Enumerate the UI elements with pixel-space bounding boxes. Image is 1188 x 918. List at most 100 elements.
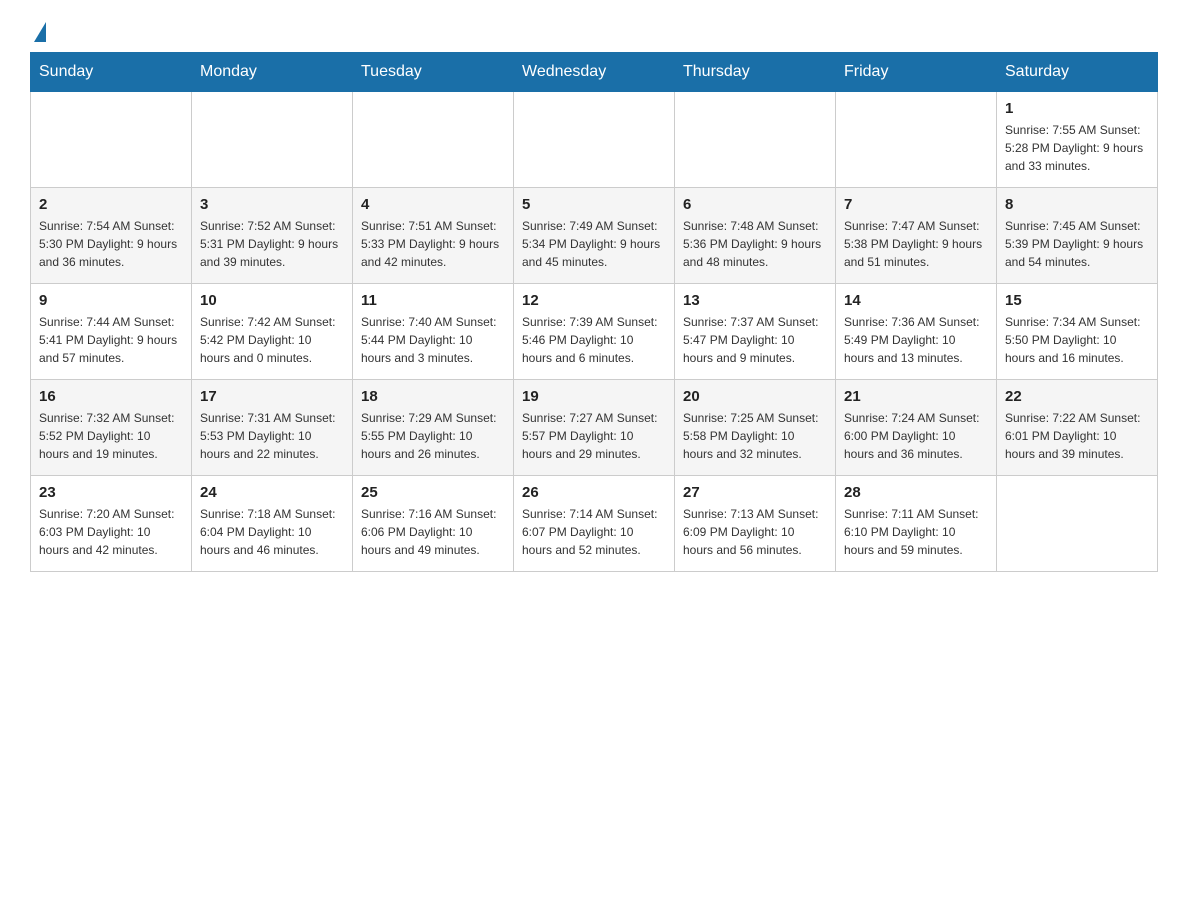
- day-number: 28: [844, 484, 988, 501]
- day-info: Sunrise: 7:31 AM Sunset: 5:53 PM Dayligh…: [200, 409, 344, 463]
- day-info: Sunrise: 7:24 AM Sunset: 6:00 PM Dayligh…: [844, 409, 988, 463]
- day-number: 5: [522, 196, 666, 213]
- table-row: 7 Sunrise: 7:47 AM Sunset: 5:38 PM Daylig…: [836, 188, 997, 284]
- page-header: [30, 20, 1158, 42]
- day-number: 9: [39, 292, 183, 309]
- day-number: 18: [361, 388, 505, 405]
- day-number: 10: [200, 292, 344, 309]
- day-number: 8: [1005, 196, 1149, 213]
- day-info: Sunrise: 7:27 AM Sunset: 5:57 PM Dayligh…: [522, 409, 666, 463]
- logo: [30, 20, 46, 42]
- col-saturday: Saturday: [997, 53, 1158, 92]
- day-number: 16: [39, 388, 183, 405]
- table-row: 26 Sunrise: 7:14 AM Sunset: 6:07 PM Dayli…: [514, 476, 675, 572]
- day-number: 11: [361, 292, 505, 309]
- day-info: Sunrise: 7:11 AM Sunset: 6:10 PM Dayligh…: [844, 505, 988, 559]
- day-number: 7: [844, 196, 988, 213]
- table-row: 20 Sunrise: 7:25 AM Sunset: 5:58 PM Dayli…: [675, 380, 836, 476]
- day-number: 6: [683, 196, 827, 213]
- day-number: 24: [200, 484, 344, 501]
- logo-triangle-icon: [34, 22, 46, 42]
- table-row: 21 Sunrise: 7:24 AM Sunset: 6:00 PM Dayli…: [836, 380, 997, 476]
- table-row: 22 Sunrise: 7:22 AM Sunset: 6:01 PM Dayli…: [997, 380, 1158, 476]
- day-number: 19: [522, 388, 666, 405]
- day-number: 23: [39, 484, 183, 501]
- col-thursday: Thursday: [675, 53, 836, 92]
- calendar-week-row: 1 Sunrise: 7:55 AM Sunset: 5:28 PM Daylig…: [31, 92, 1158, 188]
- table-row: 1 Sunrise: 7:55 AM Sunset: 5:28 PM Daylig…: [997, 92, 1158, 188]
- table-row: 18 Sunrise: 7:29 AM Sunset: 5:55 PM Dayli…: [353, 380, 514, 476]
- table-row: 5 Sunrise: 7:49 AM Sunset: 5:34 PM Daylig…: [514, 188, 675, 284]
- day-number: 26: [522, 484, 666, 501]
- table-row: 16 Sunrise: 7:32 AM Sunset: 5:52 PM Dayli…: [31, 380, 192, 476]
- day-number: 22: [1005, 388, 1149, 405]
- day-info: Sunrise: 7:52 AM Sunset: 5:31 PM Dayligh…: [200, 217, 344, 271]
- day-number: 1: [1005, 100, 1149, 117]
- table-row: 4Sunrise: 7:51 AM Sunset: 5:33 PM Daylig…: [353, 188, 514, 284]
- table-row: 6Sunrise: 7:48 AM Sunset: 5:36 PM Daylig…: [675, 188, 836, 284]
- table-row: 9 Sunrise: 7:44 AM Sunset: 5:41 PM Daylig…: [31, 284, 192, 380]
- day-info: Sunrise: 7:32 AM Sunset: 5:52 PM Dayligh…: [39, 409, 183, 463]
- table-row: 25 Sunrise: 7:16 AM Sunset: 6:06 PM Dayli…: [353, 476, 514, 572]
- day-info: Sunrise: 7:55 AM Sunset: 5:28 PM Dayligh…: [1005, 121, 1149, 175]
- table-row: 23 Sunrise: 7:20 AM Sunset: 6:03 PM Dayli…: [31, 476, 192, 572]
- col-sunday: Sunday: [31, 53, 192, 92]
- day-number: 25: [361, 484, 505, 501]
- day-info: Sunrise: 7:49 AM Sunset: 5:34 PM Dayligh…: [522, 217, 666, 271]
- day-number: 3: [200, 196, 344, 213]
- table-row: [31, 92, 192, 188]
- table-row: 13 Sunrise: 7:37 AM Sunset: 5:47 PM Dayli…: [675, 284, 836, 380]
- day-info: Sunrise: 7:13 AM Sunset: 6:09 PM Dayligh…: [683, 505, 827, 559]
- table-row: [514, 92, 675, 188]
- table-row: 2 Sunrise: 7:54 AM Sunset: 5:30 PM Daylig…: [31, 188, 192, 284]
- table-row: 28 Sunrise: 7:11 AM Sunset: 6:10 PM Dayli…: [836, 476, 997, 572]
- day-info: Sunrise: 7:47 AM Sunset: 5:38 PM Dayligh…: [844, 217, 988, 271]
- table-row: [997, 476, 1158, 572]
- calendar-week-row: 2 Sunrise: 7:54 AM Sunset: 5:30 PM Daylig…: [31, 188, 1158, 284]
- calendar-header-row: Sunday Monday Tuesday Wednesday Thursday…: [31, 53, 1158, 92]
- day-info: Sunrise: 7:45 AM Sunset: 5:39 PM Dayligh…: [1005, 217, 1149, 271]
- table-row: 3 Sunrise: 7:52 AM Sunset: 5:31 PM Daylig…: [192, 188, 353, 284]
- table-row: 14 Sunrise: 7:36 AM Sunset: 5:49 PM Dayli…: [836, 284, 997, 380]
- day-number: 2: [39, 196, 183, 213]
- day-number: 14: [844, 292, 988, 309]
- day-number: 4: [361, 196, 505, 213]
- col-monday: Monday: [192, 53, 353, 92]
- day-number: 21: [844, 388, 988, 405]
- col-wednesday: Wednesday: [514, 53, 675, 92]
- day-info: Sunrise: 7:25 AM Sunset: 5:58 PM Dayligh…: [683, 409, 827, 463]
- day-info: Sunrise: 7:22 AM Sunset: 6:01 PM Dayligh…: [1005, 409, 1149, 463]
- day-number: 12: [522, 292, 666, 309]
- day-info: Sunrise: 7:44 AM Sunset: 5:41 PM Dayligh…: [39, 313, 183, 367]
- day-number: 15: [1005, 292, 1149, 309]
- table-row: 11Sunrise: 7:40 AM Sunset: 5:44 PM Dayli…: [353, 284, 514, 380]
- table-row: [353, 92, 514, 188]
- table-row: 19 Sunrise: 7:27 AM Sunset: 5:57 PM Dayli…: [514, 380, 675, 476]
- day-number: 13: [683, 292, 827, 309]
- day-info: Sunrise: 7:34 AM Sunset: 5:50 PM Dayligh…: [1005, 313, 1149, 367]
- table-row: [675, 92, 836, 188]
- day-info: Sunrise: 7:42 AM Sunset: 5:42 PM Dayligh…: [200, 313, 344, 367]
- day-info: Sunrise: 7:14 AM Sunset: 6:07 PM Dayligh…: [522, 505, 666, 559]
- table-row: [836, 92, 997, 188]
- table-row: [192, 92, 353, 188]
- table-row: 27Sunrise: 7:13 AM Sunset: 6:09 PM Dayli…: [675, 476, 836, 572]
- day-info: Sunrise: 7:16 AM Sunset: 6:06 PM Dayligh…: [361, 505, 505, 559]
- day-number: 20: [683, 388, 827, 405]
- day-info: Sunrise: 7:36 AM Sunset: 5:49 PM Dayligh…: [844, 313, 988, 367]
- day-info: Sunrise: 7:37 AM Sunset: 5:47 PM Dayligh…: [683, 313, 827, 367]
- table-row: 10 Sunrise: 7:42 AM Sunset: 5:42 PM Dayli…: [192, 284, 353, 380]
- day-info: Sunrise: 7:29 AM Sunset: 5:55 PM Dayligh…: [361, 409, 505, 463]
- day-info: Sunrise: 7:39 AM Sunset: 5:46 PM Dayligh…: [522, 313, 666, 367]
- table-row: 15 Sunrise: 7:34 AM Sunset: 5:50 PM Dayli…: [997, 284, 1158, 380]
- table-row: 17Sunrise: 7:31 AM Sunset: 5:53 PM Dayli…: [192, 380, 353, 476]
- calendar-week-row: 9 Sunrise: 7:44 AM Sunset: 5:41 PM Daylig…: [31, 284, 1158, 380]
- day-info: Sunrise: 7:54 AM Sunset: 5:30 PM Dayligh…: [39, 217, 183, 271]
- col-tuesday: Tuesday: [353, 53, 514, 92]
- calendar-week-row: 23 Sunrise: 7:20 AM Sunset: 6:03 PM Dayli…: [31, 476, 1158, 572]
- table-row: 24 Sunrise: 7:18 AM Sunset: 6:04 PM Dayli…: [192, 476, 353, 572]
- calendar-week-row: 16 Sunrise: 7:32 AM Sunset: 5:52 PM Dayli…: [31, 380, 1158, 476]
- day-info: Sunrise: 7:18 AM Sunset: 6:04 PM Dayligh…: [200, 505, 344, 559]
- table-row: 8 Sunrise: 7:45 AM Sunset: 5:39 PM Daylig…: [997, 188, 1158, 284]
- day-info: Sunrise: 7:20 AM Sunset: 6:03 PM Dayligh…: [39, 505, 183, 559]
